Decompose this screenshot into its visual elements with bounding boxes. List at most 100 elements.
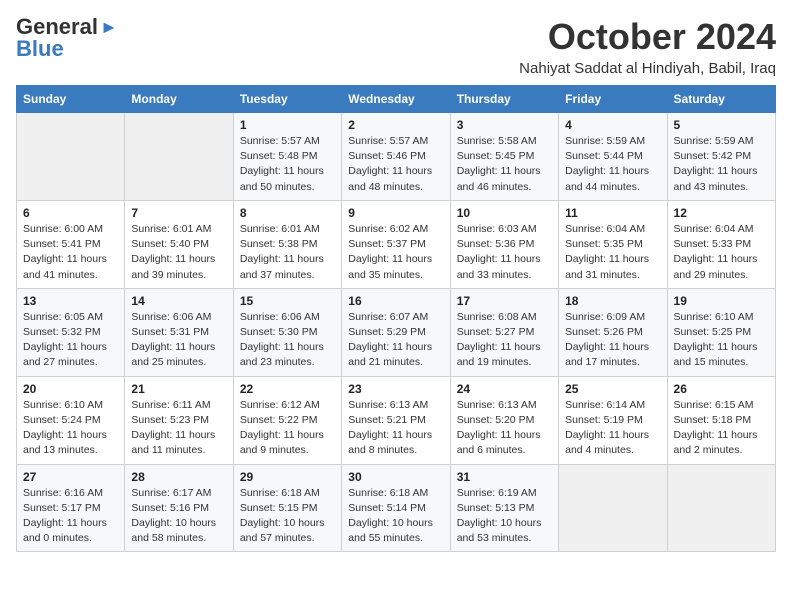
day-detail: Sunrise: 6:14 AMSunset: 5:19 PMDaylight:… [565,398,660,459]
month-title: October 2024 [519,16,776,58]
calendar-day-cell: 31 Sunrise: 6:19 AMSunset: 5:13 PMDayligh… [450,464,558,552]
day-detail: Sunrise: 6:04 AMSunset: 5:35 PMDaylight:… [565,222,660,283]
logo-blue-text: Blue [16,38,64,60]
calendar-day-cell: 19 Sunrise: 6:10 AMSunset: 5:25 PMDayligh… [667,288,775,376]
calendar-day-cell: 13 Sunrise: 6:05 AMSunset: 5:32 PMDayligh… [17,288,125,376]
calendar-table: SundayMondayTuesdayWednesdayThursdayFrid… [16,85,776,552]
day-detail: Sunrise: 6:10 AMSunset: 5:25 PMDaylight:… [674,310,769,371]
day-number: 15 [240,294,335,308]
day-detail: Sunrise: 5:57 AMSunset: 5:46 PMDaylight:… [348,134,443,195]
day-number: 19 [674,294,769,308]
day-number: 13 [23,294,118,308]
day-detail: Sunrise: 6:15 AMSunset: 5:18 PMDaylight:… [674,398,769,459]
logo-bird-icon: ► [100,18,118,36]
day-detail: Sunrise: 6:19 AMSunset: 5:13 PMDaylight:… [457,486,552,547]
logo-general-text: General [16,16,98,38]
day-detail: Sunrise: 6:18 AMSunset: 5:14 PMDaylight:… [348,486,443,547]
calendar-week-row: 13 Sunrise: 6:05 AMSunset: 5:32 PMDayligh… [17,288,776,376]
day-number: 9 [348,206,443,220]
day-number: 23 [348,382,443,396]
day-number: 28 [131,470,226,484]
day-detail: Sunrise: 6:10 AMSunset: 5:24 PMDaylight:… [23,398,118,459]
calendar-header-row: SundayMondayTuesdayWednesdayThursdayFrid… [17,86,776,113]
calendar-day-cell: 21 Sunrise: 6:11 AMSunset: 5:23 PMDayligh… [125,376,233,464]
calendar-week-row: 6Sunrise: 6:00 AMSunset: 5:41 PMDaylight… [17,200,776,288]
day-number: 30 [348,470,443,484]
calendar-day-cell: 10 Sunrise: 6:03 AMSunset: 5:36 PMDayligh… [450,200,558,288]
calendar-day-cell: 28Sunrise: 6:17 AMSunset: 5:16 PMDayligh… [125,464,233,552]
day-detail: Sunrise: 5:59 AMSunset: 5:42 PMDaylight:… [674,134,769,195]
day-detail: Sunrise: 6:07 AMSunset: 5:29 PMDaylight:… [348,310,443,371]
calendar-day-cell: 16 Sunrise: 6:07 AMSunset: 5:29 PMDayligh… [342,288,450,376]
calendar-day-cell: 29 Sunrise: 6:18 AMSunset: 5:15 PMDayligh… [233,464,341,552]
calendar-day-cell: 7Sunrise: 6:01 AMSunset: 5:40 PMDaylight… [125,200,233,288]
day-detail: Sunrise: 6:12 AMSunset: 5:22 PMDaylight:… [240,398,335,459]
day-detail: Sunrise: 5:58 AMSunset: 5:45 PMDaylight:… [457,134,552,195]
calendar-day-cell: 6Sunrise: 6:00 AMSunset: 5:41 PMDaylight… [17,200,125,288]
day-detail: Sunrise: 6:05 AMSunset: 5:32 PMDaylight:… [23,310,118,371]
day-number: 7 [131,206,226,220]
day-detail: Sunrise: 5:57 AMSunset: 5:48 PMDaylight:… [240,134,335,195]
day-number: 4 [565,118,660,132]
calendar-day-cell: 23 Sunrise: 6:13 AMSunset: 5:21 PMDayligh… [342,376,450,464]
calendar-day-cell [17,113,125,201]
calendar-header-cell: Friday [559,86,667,113]
calendar-header-cell: Monday [125,86,233,113]
day-number: 8 [240,206,335,220]
day-detail: Sunrise: 6:02 AMSunset: 5:37 PMDaylight:… [348,222,443,283]
calendar-day-cell: 9 Sunrise: 6:02 AMSunset: 5:37 PMDaylight… [342,200,450,288]
day-number: 5 [674,118,769,132]
page-header: General ► Blue October 2024 Nahiyat Sadd… [16,16,776,77]
calendar-day-cell [559,464,667,552]
calendar-day-cell: 15Sunrise: 6:06 AMSunset: 5:30 PMDayligh… [233,288,341,376]
calendar-day-cell: 11Sunrise: 6:04 AMSunset: 5:35 PMDayligh… [559,200,667,288]
location-title: Nahiyat Saddat al Hindiyah, Babil, Iraq [519,60,776,77]
day-detail: Sunrise: 6:04 AMSunset: 5:33 PMDaylight:… [674,222,769,283]
calendar-day-cell: 17 Sunrise: 6:08 AMSunset: 5:27 PMDayligh… [450,288,558,376]
day-number: 25 [565,382,660,396]
calendar-header-cell: Tuesday [233,86,341,113]
day-number: 3 [457,118,552,132]
calendar-day-cell: 8 Sunrise: 6:01 AMSunset: 5:38 PMDaylight… [233,200,341,288]
day-detail: Sunrise: 6:16 AMSunset: 5:17 PMDaylight:… [23,486,118,547]
calendar-day-cell: 24Sunrise: 6:13 AMSunset: 5:20 PMDayligh… [450,376,558,464]
day-number: 31 [457,470,552,484]
day-detail: Sunrise: 6:01 AMSunset: 5:38 PMDaylight:… [240,222,335,283]
day-number: 26 [674,382,769,396]
day-number: 17 [457,294,552,308]
day-number: 21 [131,382,226,396]
calendar-day-cell: 30 Sunrise: 6:18 AMSunset: 5:14 PMDayligh… [342,464,450,552]
day-number: 24 [457,382,552,396]
day-detail: Sunrise: 6:09 AMSunset: 5:26 PMDaylight:… [565,310,660,371]
calendar-day-cell: 14 Sunrise: 6:06 AMSunset: 5:31 PMDayligh… [125,288,233,376]
calendar-header-cell: Sunday [17,86,125,113]
day-number: 1 [240,118,335,132]
calendar-day-cell: 2 Sunrise: 5:57 AMSunset: 5:46 PMDaylight… [342,113,450,201]
day-number: 18 [565,294,660,308]
day-number: 10 [457,206,552,220]
day-number: 29 [240,470,335,484]
day-detail: Sunrise: 6:06 AMSunset: 5:31 PMDaylight:… [131,310,226,371]
logo: General ► Blue [16,16,118,60]
calendar-day-cell: 18 Sunrise: 6:09 AMSunset: 5:26 PMDayligh… [559,288,667,376]
calendar-week-row: 20 Sunrise: 6:10 AMSunset: 5:24 PMDayligh… [17,376,776,464]
calendar-header-cell: Saturday [667,86,775,113]
day-number: 22 [240,382,335,396]
day-detail: Sunrise: 6:08 AMSunset: 5:27 PMDaylight:… [457,310,552,371]
day-number: 16 [348,294,443,308]
calendar-day-cell: 12 Sunrise: 6:04 AMSunset: 5:33 PMDayligh… [667,200,775,288]
day-detail: Sunrise: 6:03 AMSunset: 5:36 PMDaylight:… [457,222,552,283]
calendar-week-row: 27 Sunrise: 6:16 AMSunset: 5:17 PMDayligh… [17,464,776,552]
day-number: 14 [131,294,226,308]
day-number: 2 [348,118,443,132]
day-detail: Sunrise: 6:18 AMSunset: 5:15 PMDaylight:… [240,486,335,547]
calendar-body: 1 Sunrise: 5:57 AMSunset: 5:48 PMDaylight… [17,113,776,552]
calendar-day-cell: 26 Sunrise: 6:15 AMSunset: 5:18 PMDayligh… [667,376,775,464]
day-number: 27 [23,470,118,484]
day-detail: Sunrise: 6:11 AMSunset: 5:23 PMDaylight:… [131,398,226,459]
calendar-day-cell: 20 Sunrise: 6:10 AMSunset: 5:24 PMDayligh… [17,376,125,464]
day-detail: Sunrise: 6:13 AMSunset: 5:21 PMDaylight:… [348,398,443,459]
day-number: 20 [23,382,118,396]
calendar-week-row: 1 Sunrise: 5:57 AMSunset: 5:48 PMDaylight… [17,113,776,201]
day-number: 12 [674,206,769,220]
